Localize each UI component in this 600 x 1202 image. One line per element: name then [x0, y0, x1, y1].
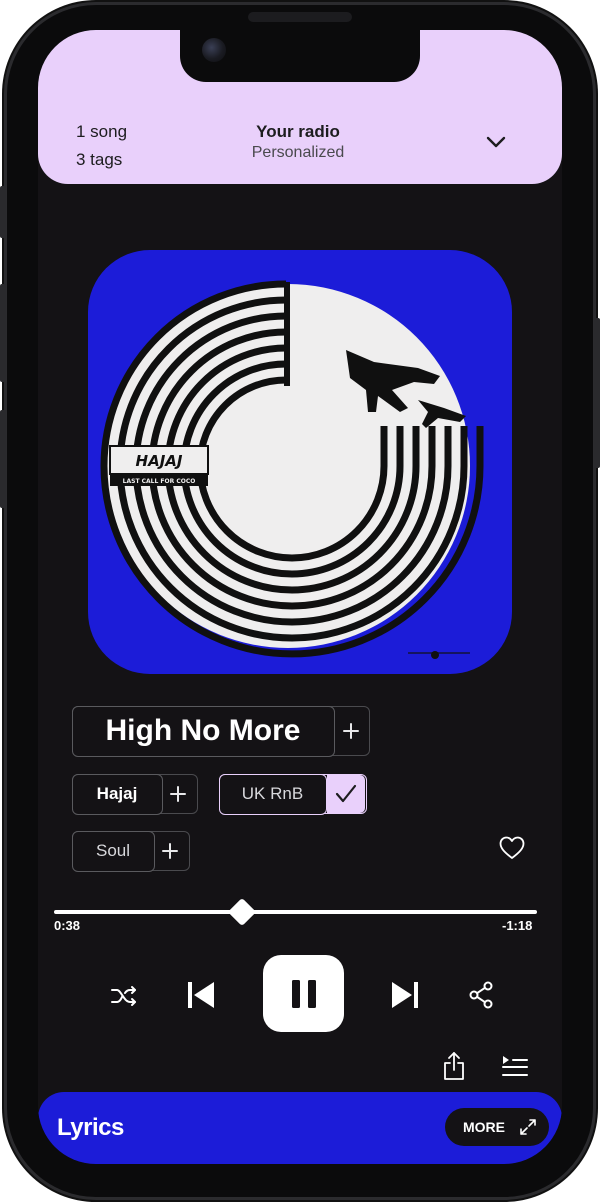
speaker-grille — [248, 12, 352, 22]
camera-icon — [202, 38, 226, 62]
plus-icon — [170, 786, 186, 802]
device-notch — [180, 30, 420, 82]
plus-icon — [162, 843, 178, 859]
next-button[interactable] — [388, 978, 422, 1012]
skip-previous-icon — [188, 982, 214, 1008]
track-title-chip[interactable]: High No More — [71, 705, 370, 757]
expand-icon — [520, 1119, 536, 1135]
album-cover: HAJAJ LAST CALL FOR COCO — [88, 250, 512, 674]
export-button[interactable] — [438, 1048, 470, 1084]
side-button-mute — [0, 186, 6, 238]
side-button-power — [594, 318, 600, 468]
pause-icon — [291, 979, 316, 1008]
remaining-time: -1:18 — [502, 918, 533, 933]
lyrics-panel[interactable]: Lyrics MORE — [38, 1092, 562, 1164]
album-subtitle-text: LAST CALL FOR COCO — [123, 478, 196, 485]
radio-subtitle: Personalized — [251, 144, 345, 161]
skip-next-icon — [392, 982, 418, 1008]
pause-button[interactable] — [263, 955, 344, 1032]
share-button[interactable] — [464, 978, 498, 1012]
radio-title-block: Your radio Personalized — [198, 122, 398, 162]
previous-button[interactable] — [184, 978, 218, 1012]
side-button-volume-up — [0, 284, 6, 382]
queue-icon — [502, 1056, 528, 1076]
side-button-volume-down — [0, 410, 6, 508]
like-button[interactable] — [496, 832, 528, 864]
lyrics-title: Lyrics — [57, 1114, 124, 1141]
more-label: MORE — [463, 1119, 505, 1135]
album-art: HAJAJ LAST CALL FOR COCO — [100, 280, 484, 659]
artist-logo-text: HAJAJ — [136, 452, 183, 470]
tag-chip-soul[interactable]: Soul — [71, 830, 190, 872]
tag-count: 3 tags — [76, 150, 123, 169]
progress-track[interactable] — [54, 910, 537, 914]
artist-chip[interactable]: Hajaj — [71, 773, 198, 815]
add-tag-button[interactable] — [153, 832, 187, 870]
plus-icon — [343, 723, 359, 739]
radio-title: Your radio — [256, 122, 340, 141]
check-icon — [335, 784, 356, 803]
shuffle-button[interactable] — [108, 980, 140, 1012]
add-title-button[interactable] — [333, 707, 369, 755]
tag-toggle-button[interactable] — [326, 775, 365, 813]
shuffle-icon — [111, 986, 136, 1006]
artist-name: Hajaj — [71, 773, 163, 815]
tag-chip-uk-rnb[interactable]: UK RnB — [218, 773, 367, 815]
tag-label: UK RnB — [218, 773, 327, 815]
progress-knob[interactable] — [228, 897, 257, 927]
lyrics-more-button[interactable]: MORE — [445, 1108, 549, 1146]
track-title: High No More — [71, 705, 335, 757]
queue-button[interactable] — [498, 1052, 532, 1082]
app-screen: 1 song 3 tags Your radio Personalized HA… — [38, 30, 562, 1164]
export-icon — [444, 1052, 464, 1080]
heart-icon — [499, 836, 525, 859]
elapsed-time: 0:38 — [54, 918, 81, 933]
song-count: 1 song — [76, 122, 128, 141]
chevron-down-icon[interactable] — [484, 130, 508, 154]
share-icon — [469, 981, 493, 1009]
radio-stats: 1 song 3 tags — [76, 118, 127, 174]
tag-label: Soul — [71, 830, 155, 872]
add-artist-button[interactable] — [161, 775, 195, 813]
